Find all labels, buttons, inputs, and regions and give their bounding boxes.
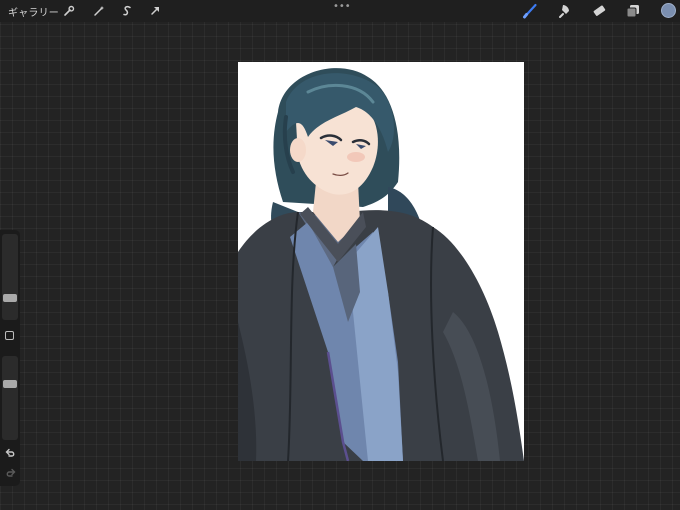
brush-size-slider[interactable] (2, 234, 18, 320)
undo-icon[interactable] (3, 446, 17, 460)
opacity-thumb[interactable] (3, 380, 17, 388)
modify-button[interactable] (5, 331, 14, 340)
smudge-icon[interactable] (555, 1, 575, 21)
layers-icon[interactable] (623, 1, 643, 21)
opacity-slider[interactable] (2, 356, 18, 440)
wrench-icon[interactable] (60, 2, 78, 20)
redo-icon[interactable] (3, 466, 17, 480)
selection-icon[interactable] (118, 2, 136, 20)
color-picker-button[interactable] (661, 3, 676, 18)
left-sidebar (0, 230, 20, 486)
top-toolbar: ギャラリー ••• (0, 0, 680, 22)
brush-size-thumb[interactable] (3, 294, 17, 302)
magic-wand-icon[interactable] (90, 2, 108, 20)
artwork-illustration (238, 68, 524, 461)
brush-icon[interactable] (520, 1, 540, 21)
more-options-button[interactable]: ••• (333, 1, 351, 12)
gallery-button[interactable]: ギャラリー (8, 4, 59, 19)
eraser-icon[interactable] (589, 1, 609, 21)
drawing-canvas[interactable] (238, 62, 524, 461)
transform-arrow-icon[interactable] (146, 2, 164, 20)
